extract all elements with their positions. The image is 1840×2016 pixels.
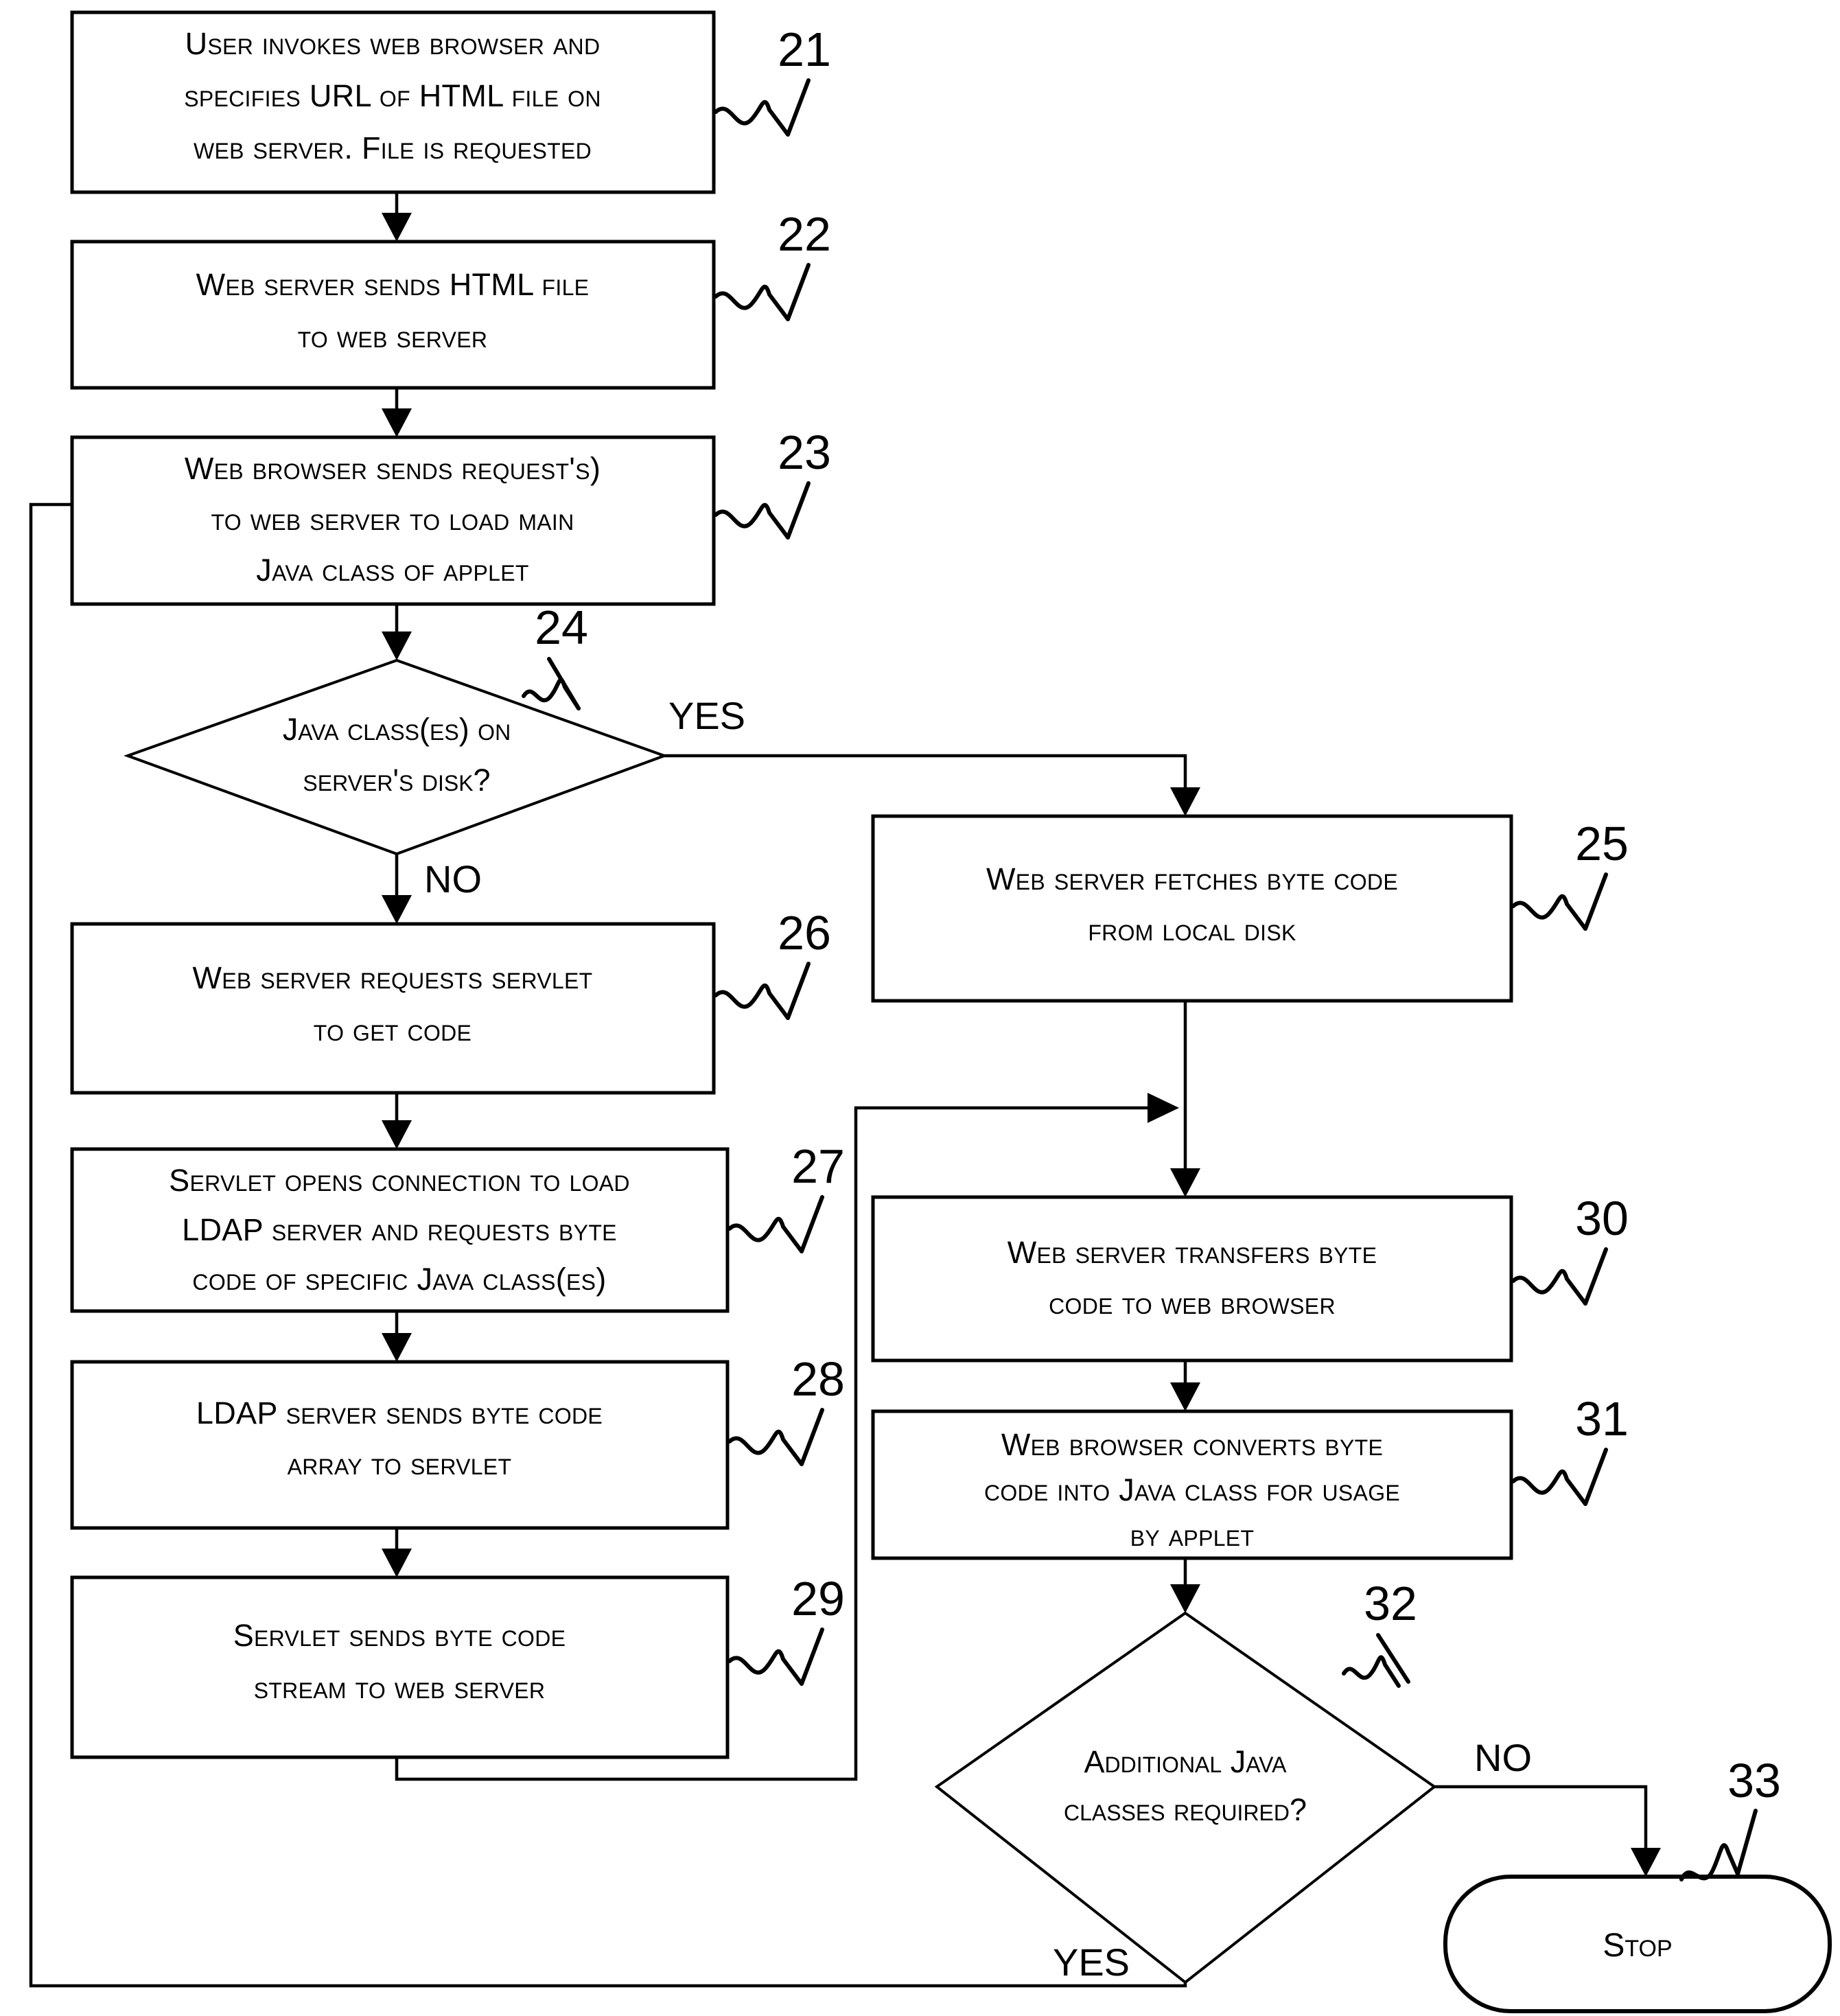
node-23-line-1: to web server to load main bbox=[211, 502, 574, 537]
flowchart-svg: User invokes web browser and specifies U… bbox=[29, 10, 1832, 2013]
node-25-process-box[interactable]: Web server fetches byte code from local … bbox=[871, 814, 1513, 1003]
ref-number-23: 23 bbox=[778, 426, 831, 479]
node-26-line-1: to get code bbox=[314, 1012, 471, 1047]
node-24-line-0: Java class(es) on bbox=[283, 712, 511, 747]
node-33-label: Stop bbox=[1603, 1927, 1672, 1964]
node-32-line-1: classes required? bbox=[1064, 1792, 1307, 1827]
ref-lead-32 bbox=[1342, 1633, 1410, 1688]
connector-27-to-28 bbox=[382, 1311, 412, 1362]
node-21-line-2: web server. File is requested bbox=[194, 130, 592, 165]
connector-30-to-31 bbox=[1170, 1360, 1200, 1411]
node-23-line-0: Web browser sends request's) bbox=[185, 451, 601, 486]
connector-22-to-23 bbox=[382, 388, 412, 437]
node-30-line-0: Web server transfers byte bbox=[1008, 1235, 1377, 1270]
ref-number-32: 32 bbox=[1364, 1577, 1417, 1630]
ref-number-24: 24 bbox=[535, 601, 588, 654]
ref-lead-27 bbox=[727, 1195, 824, 1253]
node-22-process-box[interactable]: Web server sends HTML file to web server bbox=[70, 240, 716, 390]
node-31-line-0: Web browser converts byte bbox=[1001, 1427, 1383, 1462]
node-30-line-1: code to web browser bbox=[1049, 1286, 1336, 1321]
ref-number-27: 27 bbox=[791, 1139, 845, 1193]
node-27-line-0: Servlet opens connection to load bbox=[169, 1163, 630, 1198]
node-29-line-0: Servlet sends byte code bbox=[233, 1618, 566, 1653]
node-21-line-0: User invokes web browser and bbox=[185, 26, 601, 61]
branch-label-32-no: NO bbox=[1474, 1736, 1532, 1779]
ref-number-33: 33 bbox=[1727, 1754, 1781, 1807]
node-26-process-box[interactable]: Web server requests servlet to get code bbox=[70, 922, 716, 1095]
branch-label-24-no: NO bbox=[424, 857, 482, 901]
ref-lead-29 bbox=[727, 1627, 824, 1686]
node-26-line-0: Web server requests servlet bbox=[192, 960, 592, 995]
node-27-line-2: code of specific Java class(es) bbox=[192, 1262, 606, 1297]
node-29-line-1: stream to web server bbox=[254, 1670, 546, 1705]
connector-28-to-29 bbox=[382, 1528, 412, 1577]
ref-lead-25 bbox=[1511, 872, 1608, 931]
node-25-line-1: from local disk bbox=[1088, 912, 1296, 947]
node-27-process-box[interactable]: Servlet opens connection to load LDAP se… bbox=[70, 1147, 730, 1313]
connector-26-to-27 bbox=[382, 1093, 412, 1149]
node-21-process-box[interactable]: User invokes web browser and specifies U… bbox=[70, 10, 716, 194]
node-31-line-2: by applet bbox=[1130, 1518, 1255, 1553]
connector-31-to-32 bbox=[1170, 1558, 1200, 1613]
connector-24-no-to-26 bbox=[382, 854, 412, 924]
node-28-line-1: array to servlet bbox=[288, 1446, 512, 1481]
node-24-line-1: server's disk? bbox=[303, 763, 490, 798]
ref-lead-24 bbox=[522, 657, 581, 710]
node-28-line-0: LDAP server sends byte code bbox=[196, 1395, 603, 1430]
node-22-line-1: to web server bbox=[298, 319, 488, 354]
ref-lead-30 bbox=[1511, 1247, 1608, 1306]
ref-number-29: 29 bbox=[791, 1572, 845, 1625]
ref-lead-22 bbox=[714, 263, 811, 321]
ref-lead-21 bbox=[714, 78, 811, 137]
node-33-terminator-stop[interactable]: Stop bbox=[1443, 1875, 1832, 2013]
connector-32-no-to-stop bbox=[1434, 1785, 1661, 1877]
ref-lead-33 bbox=[1679, 1809, 1758, 1881]
connector-23-to-24 bbox=[382, 604, 412, 660]
ref-number-28: 28 bbox=[791, 1352, 845, 1406]
ref-lead-31 bbox=[1511, 1448, 1608, 1506]
node-31-line-1: code into Java class for usage bbox=[984, 1472, 1400, 1507]
node-23-line-2: Java class of applet bbox=[256, 553, 528, 588]
node-23-process-box[interactable]: Web browser sends request's) to web serv… bbox=[70, 435, 716, 606]
node-32-decision-diamond[interactable]: Additional Java classes required? bbox=[934, 1611, 1437, 1984]
node-28-process-box[interactable]: LDAP server sends byte code array to ser… bbox=[70, 1360, 730, 1530]
node-25-line-0: Web server fetches byte code bbox=[986, 861, 1398, 896]
branch-label-32-yes: YES bbox=[1053, 1940, 1130, 1984]
connector-24-yes-to-25 bbox=[664, 754, 1200, 816]
node-29-process-box[interactable]: Servlet sends byte code stream to web se… bbox=[70, 1575, 730, 1759]
node-30-process-box[interactable]: Web server transfers byte code to web br… bbox=[871, 1195, 1513, 1363]
node-32-line-0: Additional Java bbox=[1084, 1744, 1288, 1779]
node-24-decision-diamond[interactable]: Java class(es) on server's disk? bbox=[124, 658, 668, 856]
ref-lead-28 bbox=[727, 1408, 824, 1466]
node-31-process-box[interactable]: Web browser converts byte code into Java… bbox=[871, 1409, 1513, 1560]
ref-lead-26 bbox=[714, 962, 811, 1020]
ref-number-30: 30 bbox=[1575, 1192, 1629, 1245]
flowchart-canvas: User invokes web browser and specifies U… bbox=[0, 0, 1840, 2016]
ref-number-31: 31 bbox=[1575, 1392, 1629, 1446]
ref-number-22: 22 bbox=[778, 207, 831, 261]
node-21-line-1: specifies URL of HTML file on bbox=[184, 78, 601, 113]
ref-number-26: 26 bbox=[778, 906, 831, 960]
node-27-line-1: LDAP server and requests byte bbox=[182, 1212, 617, 1247]
ref-number-25: 25 bbox=[1575, 817, 1629, 870]
connector-21-to-22 bbox=[382, 192, 412, 242]
ref-number-21: 21 bbox=[778, 23, 831, 76]
ref-lead-23 bbox=[714, 481, 811, 540]
branch-label-24-yes: YES bbox=[668, 694, 745, 737]
connector-25-to-30 bbox=[1170, 1001, 1200, 1197]
node-22-line-0: Web server sends HTML file bbox=[196, 267, 590, 302]
